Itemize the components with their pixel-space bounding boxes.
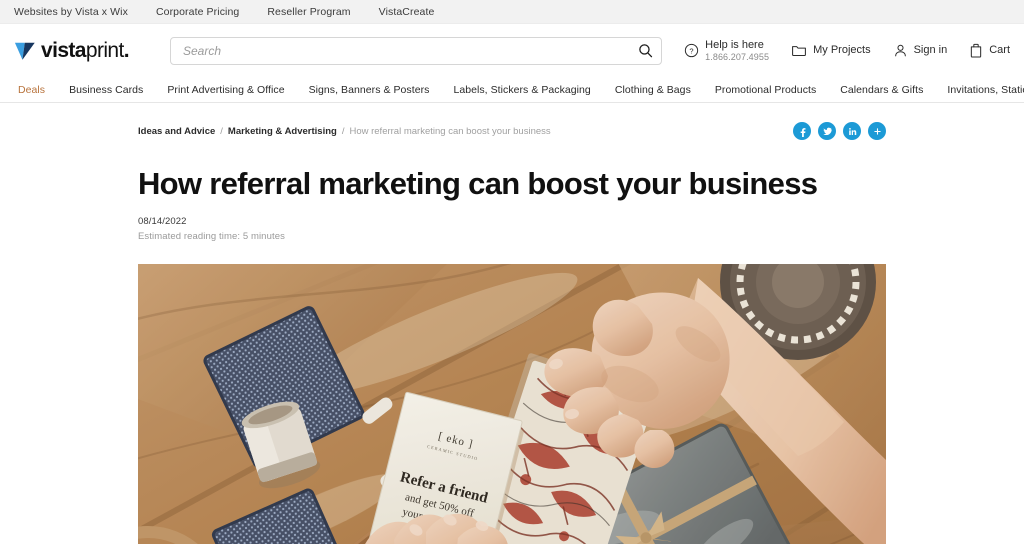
search-container <box>170 36 663 65</box>
my-projects-label: My Projects <box>813 43 871 56</box>
cart-action[interactable]: Cart <box>969 42 1010 58</box>
breadcrumb-separator-1: / <box>220 125 223 137</box>
twitter-icon <box>822 127 832 135</box>
share-more-button[interactable] <box>868 122 886 140</box>
person-icon <box>893 43 908 58</box>
utility-link-corporate-pricing[interactable]: Corporate Pricing <box>156 6 239 18</box>
nav-item-print-advertising-office[interactable]: Print Advertising & Office <box>167 84 284 96</box>
vistaprint-logo[interactable]: vistaprint. <box>14 40 154 62</box>
sign-in-label: Sign in <box>913 43 948 56</box>
hero-illustration: [ eko ] CERAMIC STUDIO Refer a friend an… <box>138 263 886 544</box>
article-content: Ideas and Advice / Marketing & Advertisi… <box>0 103 1024 544</box>
nav-item-business-cards[interactable]: Business Cards <box>69 84 143 96</box>
breadcrumb-item-ideas-and-advice[interactable]: Ideas and Advice <box>138 126 215 137</box>
utility-link-vistacreate[interactable]: VistaCreate <box>379 6 435 18</box>
logo-light: print <box>85 39 124 62</box>
search-input[interactable] <box>170 36 663 65</box>
search-icon <box>638 44 652 58</box>
svg-text:?: ? <box>690 46 694 55</box>
utility-link-reseller-program[interactable]: Reseller Program <box>267 6 350 18</box>
nav-item-deals[interactable]: Deals <box>18 84 45 96</box>
article-meta: 08/14/2022 Estimated reading time: 5 min… <box>138 216 886 242</box>
page-title: How referral marketing can boost your bu… <box>138 166 818 201</box>
nav-item-signs-banners-posters[interactable]: Signs, Banners & Posters <box>309 84 430 96</box>
breadcrumb-separator-2: / <box>341 125 345 137</box>
linkedin-icon <box>848 127 856 135</box>
share-facebook-button[interactable] <box>793 122 811 140</box>
hero-image: [ eko ] CERAMIC STUDIO Refer a friend an… <box>138 263 886 544</box>
publish-date: 08/14/2022 <box>138 215 187 227</box>
breadcrumb: Ideas and Advice / Marketing & Advertisi… <box>138 126 551 137</box>
my-projects-action[interactable]: My Projects <box>791 43 871 58</box>
utility-link-websites[interactable]: Websites by Vista x Wix <box>14 6 128 18</box>
logo-period: . <box>123 39 130 62</box>
help-action[interactable]: ? Help is here 1.866.207.4955 <box>684 39 769 63</box>
nav-item-clothing-bags[interactable]: Clothing & Bags <box>615 84 691 96</box>
cart-bag-icon <box>969 42 983 58</box>
breadcrumb-current-page: How referral marketing can boost your bu… <box>349 125 551 137</box>
question-circle-icon: ? <box>684 43 699 58</box>
cart-label: Cart <box>989 43 1010 56</box>
reading-time: Estimated reading time: 5 minutes <box>138 230 285 242</box>
header-actions: ? Help is here 1.866.207.4955 My Project… <box>684 39 1010 63</box>
search-button[interactable] <box>634 40 656 62</box>
breadcrumb-item-marketing-advertising[interactable]: Marketing & Advertising <box>228 126 337 137</box>
folder-icon <box>791 43 807 58</box>
help-text-stack: Help is here 1.866.207.4955 <box>705 39 769 63</box>
sign-in-action[interactable]: Sign in <box>893 43 948 58</box>
share-twitter-button[interactable] <box>818 122 836 140</box>
utility-bar: Websites by Vista x Wix Corporate Pricin… <box>0 0 1024 24</box>
nav-item-invitations-stationery-wedding[interactable]: Invitations, Stationery & Wedding <box>947 84 1024 96</box>
main-navigation: Deals Business Cards Print Advertising &… <box>0 77 1024 103</box>
social-share-row <box>793 122 886 140</box>
help-phone: 1.866.207.4955 <box>705 51 770 62</box>
plus-icon <box>873 127 881 135</box>
logo-bold: vista <box>41 39 86 62</box>
help-title: Help is here <box>705 38 764 51</box>
nav-item-promotional-products[interactable]: Promotional Products <box>715 84 816 96</box>
site-header: vistaprint. ? Help is here 1.866.207.495… <box>0 24 1024 77</box>
nav-item-calendars-gifts[interactable]: Calendars & Gifts <box>840 84 923 96</box>
breadcrumb-social-row: Ideas and Advice / Marketing & Advertisi… <box>138 103 886 140</box>
logo-wordmark: vistaprint. <box>41 39 130 62</box>
nav-item-labels-stickers-packaging[interactable]: Labels, Stickers & Packaging <box>453 84 590 96</box>
share-linkedin-button[interactable] <box>843 122 861 140</box>
facebook-icon <box>800 127 805 137</box>
vistaprint-v-logo-icon <box>14 42 35 60</box>
